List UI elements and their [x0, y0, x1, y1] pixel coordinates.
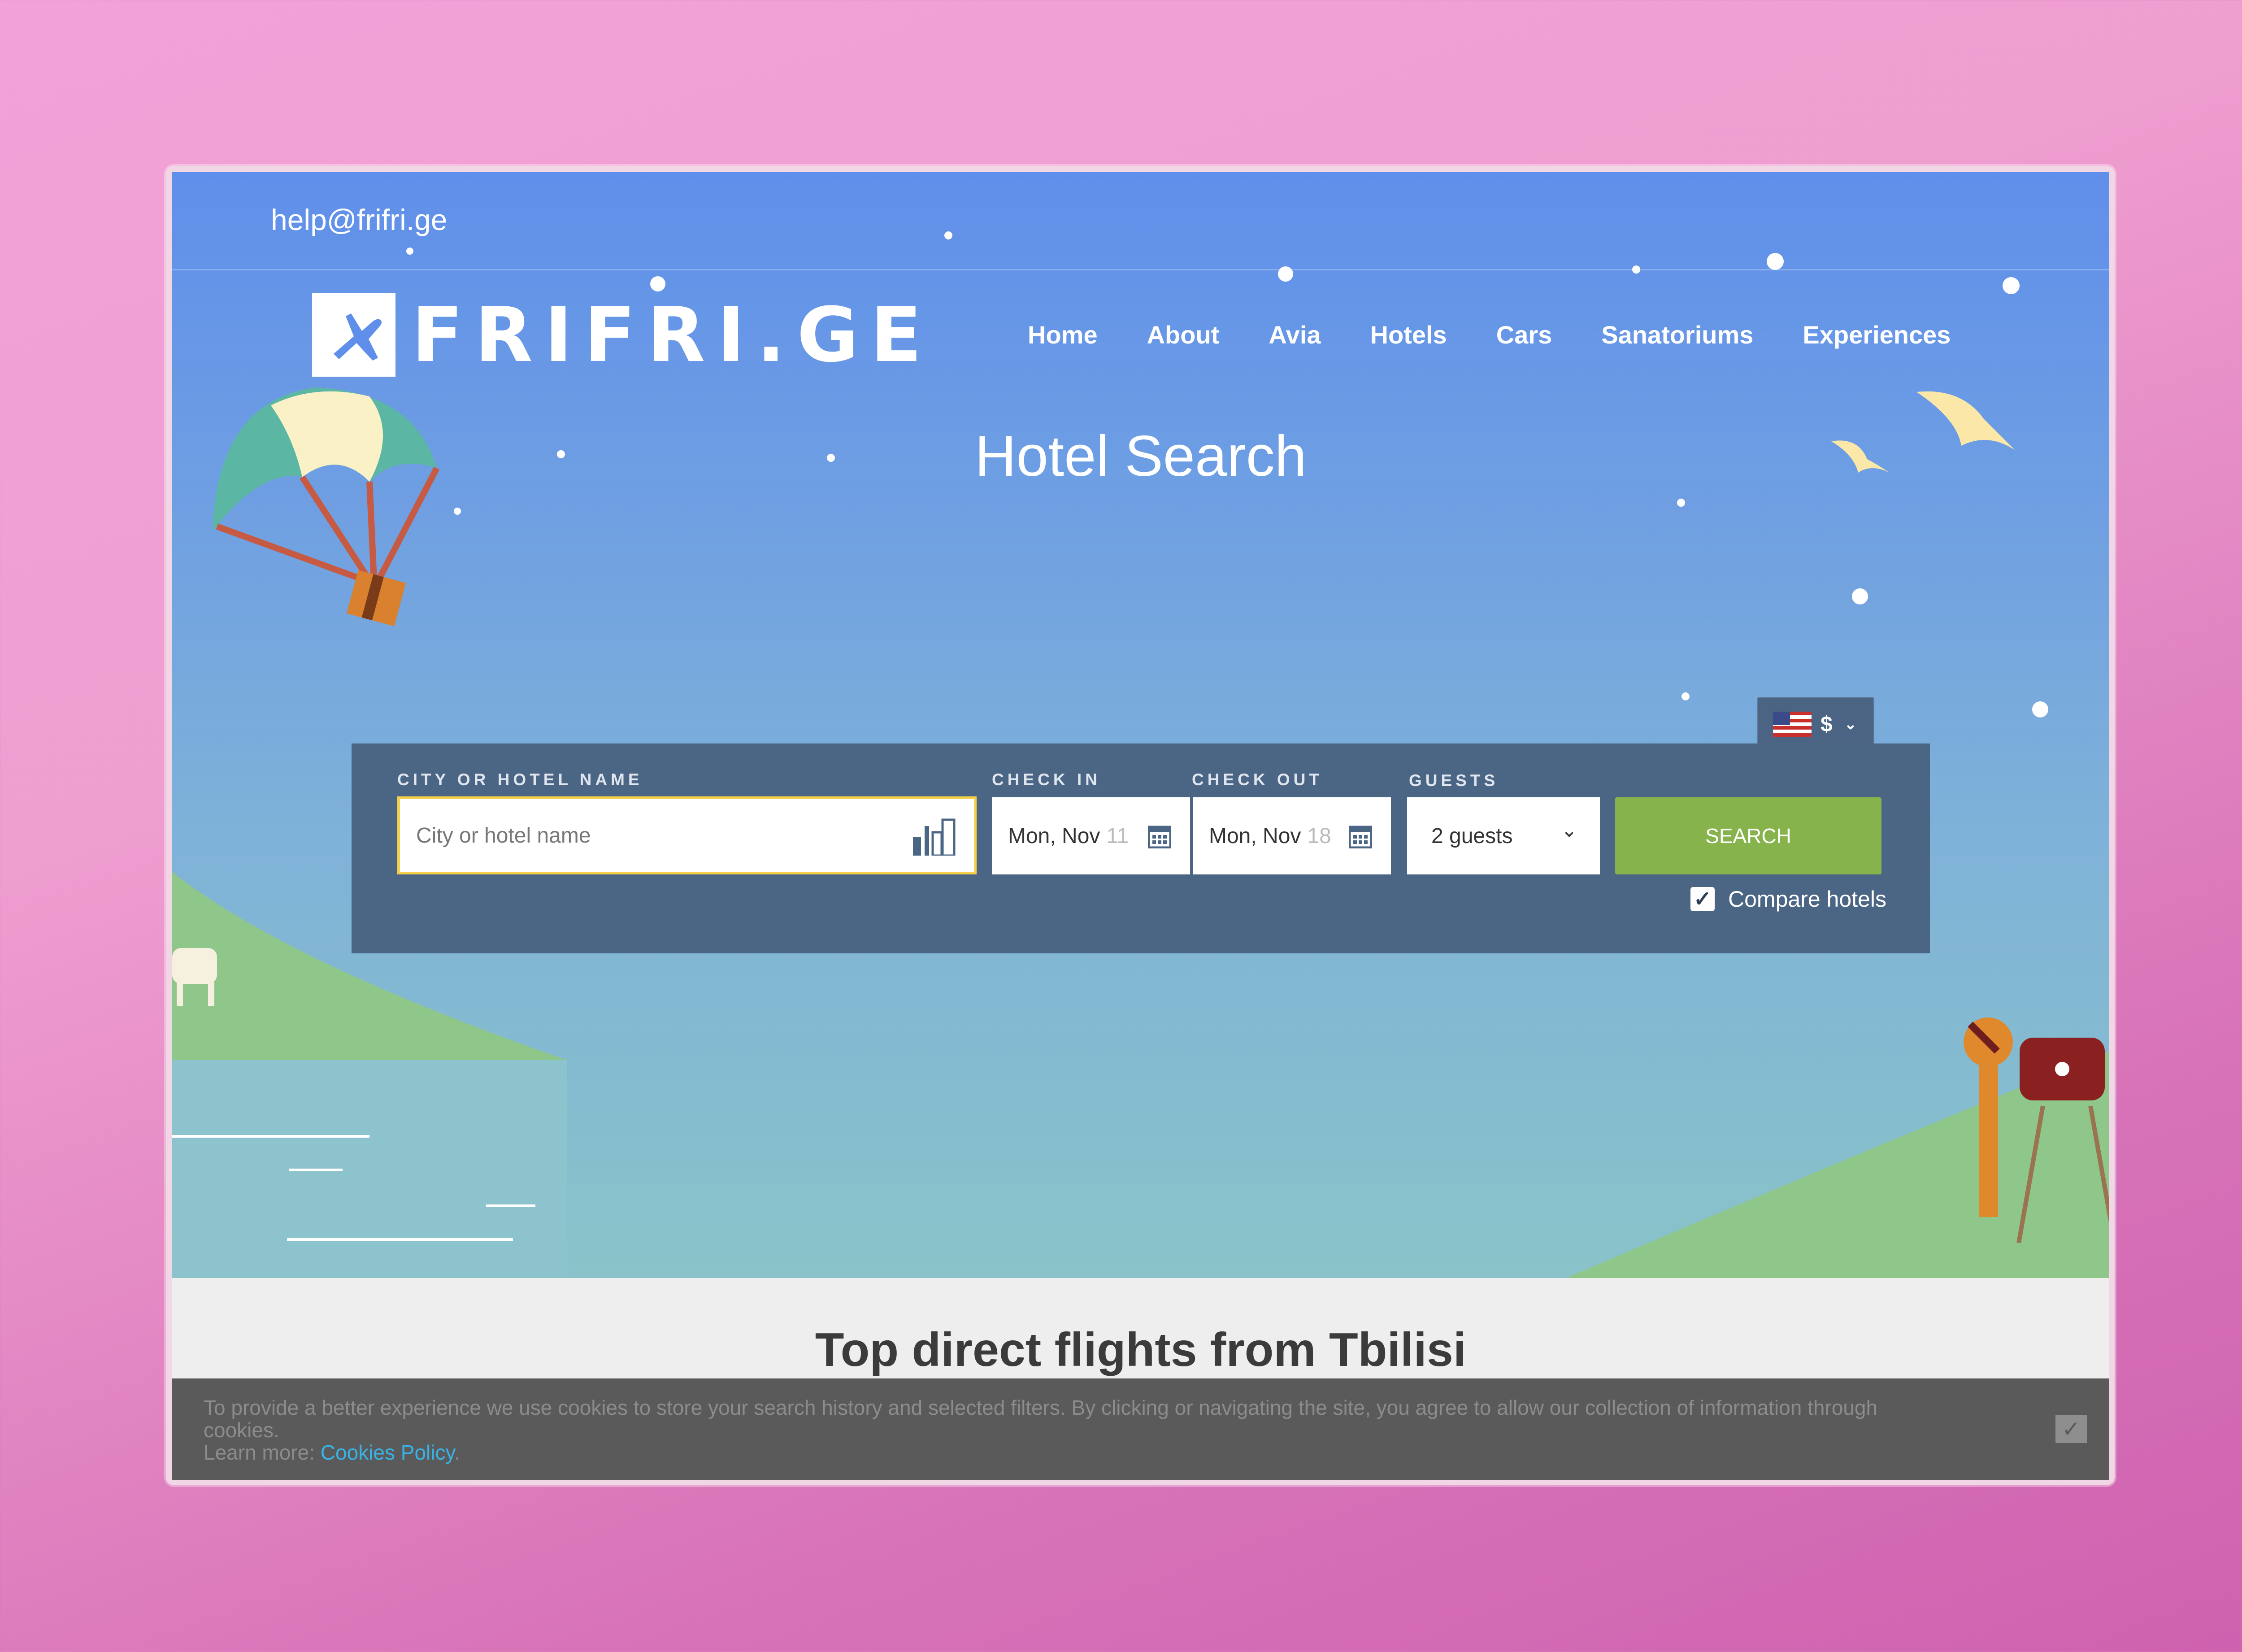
parachute-illustration — [213, 387, 440, 626]
cookie-period: . — [454, 1441, 460, 1464]
star-decoration — [1632, 265, 1640, 274]
top-bar: help@frifri.ge — [172, 172, 2109, 270]
plane-logo-icon — [312, 293, 395, 377]
contact-email[interactable]: help@frifri.ge — [271, 203, 448, 237]
nav-home[interactable]: Home — [1028, 320, 1098, 349]
star-decoration — [944, 231, 952, 239]
star-decoration — [454, 508, 461, 515]
nav-experiences[interactable]: Experiences — [1803, 320, 1951, 349]
star-decoration — [1278, 266, 1293, 282]
right-hill-illustration — [1566, 1017, 2109, 1278]
chevron-down-icon: ⌄ — [1844, 716, 1857, 733]
star-decoration — [1682, 692, 1690, 700]
star-decoration — [1852, 588, 1868, 604]
birds-illustration — [1831, 391, 2015, 473]
checkout-day: 18 — [1307, 824, 1331, 848]
section-title: Top direct flights from Tbilisi — [815, 1323, 1467, 1376]
city-buildings-icon — [913, 818, 956, 856]
nav-avia[interactable]: Avia — [1269, 320, 1321, 349]
hotel-search-form: CITY OR HOTEL NAME CHECK IN CHECK OUT GU… — [352, 743, 1930, 953]
cookie-banner: To provide a better experience we use co… — [172, 1378, 2109, 1480]
checkin-day: 11 — [1106, 824, 1129, 848]
nav-sanatoriums[interactable]: Sanatoriums — [1601, 320, 1753, 349]
guests-select[interactable]: 2 guests ⌄ — [1407, 797, 1600, 874]
star-decoration — [2003, 277, 2020, 294]
us-flag-icon — [1773, 712, 1812, 737]
cookie-learn-more: Learn more: — [204, 1441, 315, 1464]
cookies-policy-link[interactable]: Cookies Policy — [321, 1441, 454, 1464]
guests-label: GUESTS — [1409, 771, 1499, 790]
currency-symbol: $ — [1821, 712, 1833, 736]
hero: help@frifri.ge FRIFRI.GE Home About Avia… — [172, 172, 2109, 1278]
chevron-down-icon: ⌄ — [1561, 819, 1577, 841]
compare-hotels-toggle[interactable]: ✓ Compare hotels — [1690, 886, 1886, 912]
cookie-accept-button[interactable]: ✓ — [2055, 1415, 2087, 1443]
star-decoration — [406, 248, 413, 255]
compare-hotels-checkbox[interactable]: ✓ — [1690, 887, 1715, 911]
cookie-text: To provide a better experience we use co… — [204, 1396, 1878, 1442]
city-search-input[interactable]: City or hotel name — [397, 796, 977, 874]
cookie-message: To provide a better experience we use co… — [204, 1396, 1952, 1464]
compare-hotels-label: Compare hotels — [1728, 887, 1886, 912]
calendar-icon — [1148, 826, 1171, 848]
calendar-icon — [1349, 826, 1372, 848]
checkin-label: CHECK IN — [992, 770, 1101, 789]
site-logo[interactable]: FRIFRI.GE — [312, 293, 934, 377]
page-viewport: help@frifri.ge FRIFRI.GE Home About Avia… — [172, 172, 2109, 1480]
star-decoration — [2032, 701, 2048, 717]
nav-about[interactable]: About — [1147, 320, 1220, 349]
star-decoration — [1767, 253, 1784, 270]
checkin-date-field[interactable]: Mon, Nov 11 — [992, 797, 1190, 874]
checkout-label: CHECK OUT — [1192, 770, 1323, 789]
nav-hotels[interactable]: Hotels — [1370, 320, 1447, 349]
checkout-date-value: Mon, Nov — [1209, 824, 1301, 848]
logo-text: FRIFRI.GE — [412, 291, 934, 379]
checkin-date-value: Mon, Nov — [1008, 824, 1100, 848]
city-label: CITY OR HOTEL NAME — [397, 770, 643, 789]
main-nav: Home About Avia Hotels Cars Sanatoriums … — [1028, 320, 2000, 349]
checkout-date-field[interactable]: Mon, Nov 18 — [1193, 797, 1391, 874]
guests-value: 2 guests — [1431, 824, 1513, 848]
nav-cars[interactable]: Cars — [1496, 320, 1552, 349]
star-decoration — [650, 276, 665, 291]
star-decoration — [1677, 499, 1685, 507]
search-button[interactable]: SEARCH — [1615, 797, 1881, 874]
city-input-placeholder: City or hotel name — [416, 823, 591, 848]
page-title: Hotel Search — [975, 424, 1307, 488]
